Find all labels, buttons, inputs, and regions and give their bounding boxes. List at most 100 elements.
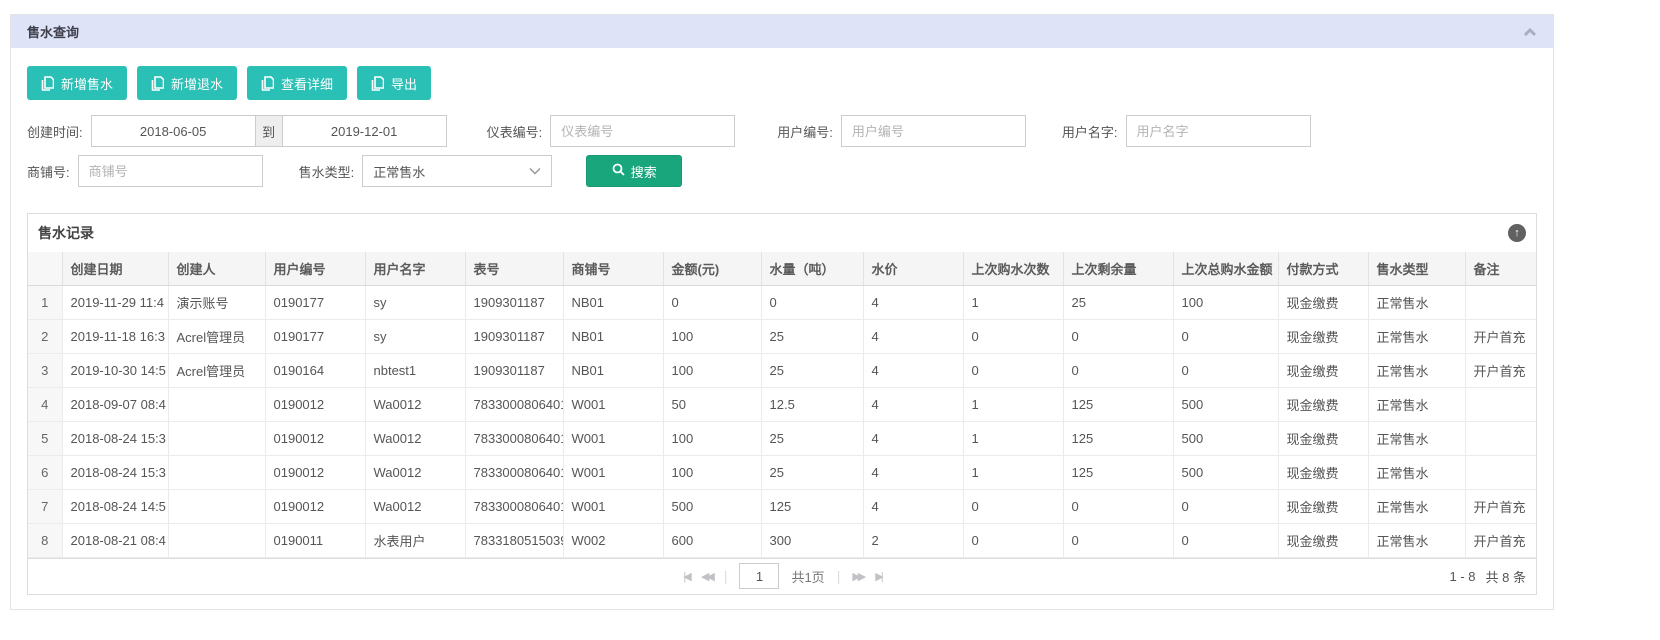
add-refund-button[interactable]: 新增退水	[137, 66, 237, 100]
table-cell: 4	[863, 387, 963, 421]
table-row[interactable]: 32019-10-30 14:5Acrel管理员0190164nbtest119…	[28, 353, 1536, 387]
button-label: 新增售水	[61, 74, 113, 93]
table-cell: 125	[1063, 387, 1173, 421]
table-cell: 500	[663, 489, 761, 523]
search-button[interactable]: 搜索	[586, 155, 682, 187]
row-number-cell: 4	[28, 387, 62, 421]
table-cell: 1	[963, 455, 1063, 489]
table-cell: 7833000806401	[465, 421, 563, 455]
table-cell: 4	[863, 421, 963, 455]
last-page-icon[interactable]: ▶|	[875, 570, 880, 583]
col-header: 水量（吨）	[761, 252, 863, 285]
collapse-chevron-up-icon[interactable]	[1523, 27, 1537, 37]
table-row[interactable]: 72018-08-24 14:50190012Wa001278330008064…	[28, 489, 1536, 523]
add-sale-button[interactable]: 新增售水	[27, 66, 127, 100]
table-cell: 0	[1173, 489, 1278, 523]
table-cell: Acrel管理员	[168, 319, 265, 353]
table-cell: NB01	[563, 319, 663, 353]
table-cell: 25	[761, 319, 863, 353]
table-cell: 0190012	[265, 489, 365, 523]
table-cell: 0	[963, 523, 1063, 557]
table-cell: 2019-11-29 11:4	[62, 285, 168, 319]
grid-header: 售水记录 ↑	[28, 214, 1536, 252]
date-to-input[interactable]	[282, 115, 447, 147]
table-cell: 7833000806401	[465, 387, 563, 421]
user-name-input[interactable]	[1126, 115, 1311, 147]
table-cell: 100	[663, 319, 761, 353]
table-cell: 0	[963, 489, 1063, 523]
table-cell: 0	[963, 319, 1063, 353]
meter-no-input[interactable]	[550, 115, 735, 147]
scroll-top-icon[interactable]: ↑	[1508, 224, 1526, 242]
table-cell: 1	[963, 285, 1063, 319]
date-from-input[interactable]	[91, 115, 256, 147]
total-count-label: 共 8 条	[1486, 567, 1526, 586]
table-cell: 25	[761, 455, 863, 489]
table-cell: 4	[863, 489, 963, 523]
table-cell: W001	[563, 387, 663, 421]
first-page-icon[interactable]: |◀	[683, 570, 688, 583]
prev-page-icon[interactable]: ◀◀	[701, 570, 712, 583]
row-number-cell: 3	[28, 353, 62, 387]
table-row[interactable]: 42018-09-07 08:40190012Wa001278330008064…	[28, 387, 1536, 421]
export-button[interactable]: 导出	[357, 66, 431, 100]
table-cell: 2019-11-18 16:3	[62, 319, 168, 353]
table-row[interactable]: 12019-11-29 11:4演示账号0190177sy1909301187N…	[28, 285, 1536, 319]
sales-record-panel: 售水记录 ↑ 创建日期创建人用户编号用户名字表号商铺号金额(元)水量（吨）水价上…	[27, 213, 1537, 595]
table-row[interactable]: 52018-08-24 15:30190012Wa001278330008064…	[28, 421, 1536, 455]
table-cell: 1909301187	[465, 285, 563, 319]
table-cell: 125	[1063, 455, 1173, 489]
table-cell	[168, 489, 265, 523]
table-cell: 0	[1173, 353, 1278, 387]
table-cell: 正常售水	[1368, 421, 1465, 455]
table-cell: NB01	[563, 353, 663, 387]
table-cell: 1	[963, 421, 1063, 455]
date-range-group: 到	[91, 115, 447, 147]
user-name-label: 用户名字:	[1062, 122, 1118, 141]
button-label: 新增退水	[171, 74, 223, 93]
table-cell: 125	[761, 489, 863, 523]
table-cell: 现金缴费	[1278, 387, 1368, 421]
table-cell	[1465, 285, 1536, 319]
table-cell: 1909301187	[465, 353, 563, 387]
table-cell: 4	[863, 353, 963, 387]
table-cell: 2018-08-24 15:3	[62, 421, 168, 455]
pager-divider: |	[724, 568, 728, 584]
table-cell: 0190012	[265, 387, 365, 421]
table-cell	[1465, 387, 1536, 421]
col-header: 水价	[863, 252, 963, 285]
user-no-input[interactable]	[841, 115, 1026, 147]
grid-title: 售水记录	[38, 223, 94, 243]
panel-header: 售水查询	[11, 15, 1553, 48]
col-header: 创建日期	[62, 252, 168, 285]
table-row[interactable]: 82018-08-21 08:40190011水表用户7833180515039…	[28, 523, 1536, 557]
table-cell: 1909301187	[465, 319, 563, 353]
view-detail-button[interactable]: 查看详细	[247, 66, 347, 100]
col-header: 备注	[1465, 252, 1536, 285]
col-header: 上次剩余量	[1063, 252, 1173, 285]
col-header: 上次购水次数	[963, 252, 1063, 285]
table-cell: 现金缴费	[1278, 489, 1368, 523]
table-cell: 0190012	[265, 421, 365, 455]
next-page-icon[interactable]: ▶▶	[852, 570, 863, 583]
table-cell: 4	[863, 319, 963, 353]
table-cell: 0190177	[265, 319, 365, 353]
table-row[interactable]: 22019-11-18 16:3Acrel管理员0190177sy1909301…	[28, 319, 1536, 353]
table-cell: 2018-08-21 08:4	[62, 523, 168, 557]
table-row[interactable]: 62018-08-24 15:30190012Wa001278330008064…	[28, 455, 1536, 489]
shop-no-input[interactable]	[78, 155, 263, 187]
row-number-cell: 7	[28, 489, 62, 523]
table-cell: Wa0012	[365, 455, 465, 489]
table-cell: 现金缴费	[1278, 285, 1368, 319]
table-cell: 500	[1173, 421, 1278, 455]
col-header: 用户名字	[365, 252, 465, 285]
page-number-input[interactable]	[739, 563, 779, 589]
col-rownum	[28, 252, 62, 285]
table-cell: 开户首充	[1465, 353, 1536, 387]
table-cell: 正常售水	[1368, 523, 1465, 557]
sale-type-select[interactable]: 正常售水	[362, 155, 552, 187]
table-cell: 0	[1173, 319, 1278, 353]
panel-body: 新增售水 新增退水 查看详细 导出 创建时间: 到 仪表编号:	[11, 66, 1553, 609]
table-cell: 开户首充	[1465, 489, 1536, 523]
table-cell: NB01	[563, 285, 663, 319]
